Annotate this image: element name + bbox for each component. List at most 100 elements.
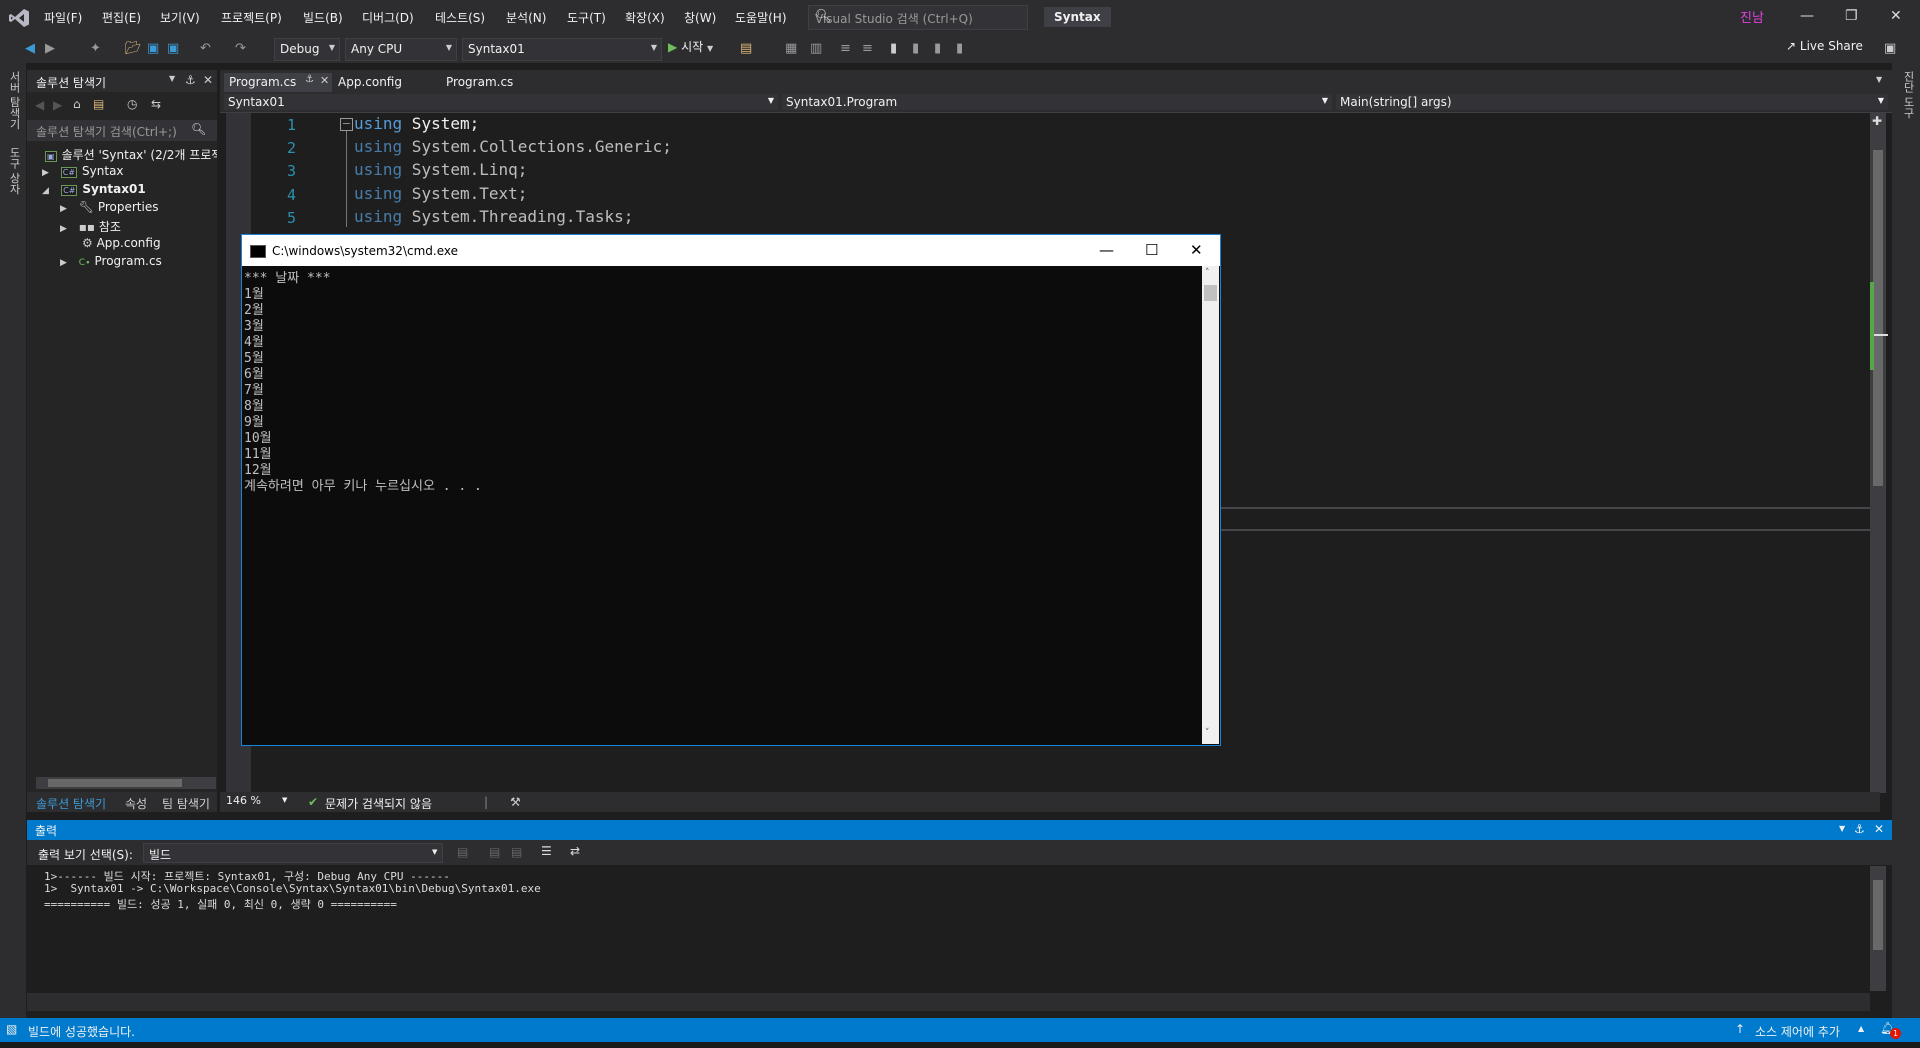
scroll-down-icon[interactable]: ˅ — [1205, 728, 1210, 738]
scroll-thumb[interactable] — [1204, 285, 1217, 301]
word-wrap-icon[interactable]: ⇄ — [570, 844, 580, 858]
find-message-icon[interactable]: ▤ — [457, 845, 468, 859]
close-icon[interactable]: ✕ — [1190, 241, 1203, 259]
tree-item-app-config[interactable]: ⚙︎ App.config — [82, 236, 161, 250]
open-folder-icon[interactable]: 📂︎ — [125, 41, 142, 56]
clear-bookmarks-icon[interactable]: ▮ — [956, 41, 963, 56]
tab-list-icon[interactable]: ▼ — [1876, 75, 1882, 84]
split-editor-icon[interactable]: ✚ — [1872, 114, 1882, 128]
close-tab-icon[interactable]: ✕ — [320, 74, 329, 87]
issues-status[interactable]: 문제가 검색되지 않음 — [325, 795, 432, 812]
platform-select[interactable]: Any CPU ▼ — [345, 38, 457, 61]
member-nav-select[interactable]: Main(string[] args) ▼ — [1336, 94, 1888, 110]
scroll-thumb[interactable] — [1873, 880, 1883, 950]
close-icon[interactable]: ✕ — [1890, 8, 1902, 24]
next-message-icon[interactable]: ▤ — [511, 845, 522, 859]
start-debug-button[interactable]: ▶ 시작 ▼ — [668, 38, 713, 55]
panel-close-icon[interactable]: ✕ — [203, 73, 213, 87]
back-icon[interactable]: ◀ — [25, 41, 35, 56]
scroll-up-icon[interactable]: ˄ — [1205, 268, 1210, 278]
solution-search-input[interactable]: 솔루션 탐색기 검색(Ctrl+;) 🔍︎ — [27, 120, 217, 141]
restore-icon[interactable]: ❐ — [1845, 8, 1858, 24]
pin-icon[interactable]: ⚓︎ — [185, 73, 196, 87]
menu-project[interactable]: 프로젝트(P) — [221, 9, 282, 26]
diagnostic-tools-tab[interactable]: 진단 도구 — [1900, 71, 1916, 119]
tab-program-cs-active[interactable]: Program.cs ⚓︎ ✕ — [224, 73, 332, 92]
tree-item-properties[interactable]: ▶ 🔧︎ Properties — [60, 200, 158, 214]
next-bookmark-icon[interactable]: ▮ — [934, 41, 941, 56]
menu-view[interactable]: 보기(V) — [160, 9, 200, 26]
solution-root-item[interactable]: ▣솔루션 'Syntax' (2/2개 프로젝트) — [45, 146, 217, 163]
tree-item-program-cs[interactable]: ▶ C∙ Program.cs — [60, 254, 162, 268]
tab-team-explorer[interactable]: 팀 탐색기 — [162, 795, 210, 812]
menu-tools[interactable]: 도구(T) — [567, 9, 606, 26]
menu-window[interactable]: 창(W) — [684, 9, 716, 26]
maximize-icon[interactable]: ☐ — [1145, 241, 1158, 259]
console-vertical-scrollbar[interactable]: ˄ ˅ — [1202, 266, 1219, 744]
toolbar-tool-icon-2[interactable]: ▥ — [810, 41, 822, 56]
startup-project-select[interactable]: Syntax01 ▼ — [462, 38, 662, 61]
collapse-region-icon[interactable]: − — [340, 118, 353, 131]
browser-link-icon[interactable]: ▤ — [740, 41, 752, 56]
tab-program-cs[interactable]: Program.cs — [446, 73, 526, 92]
expand-icon[interactable]: ▶ — [42, 168, 49, 178]
minimize-icon[interactable]: — — [1099, 241, 1114, 259]
scroll-thumb[interactable] — [48, 779, 182, 787]
tree-item-references[interactable]: ▶ ▪▪ 참조 — [60, 218, 121, 235]
user-avatar[interactable]: 진남 — [1740, 7, 1764, 26]
server-explorer-tab[interactable]: 서버 탐색기 — [6, 71, 22, 130]
new-project-icon[interactable]: ✦ — [90, 41, 101, 56]
tree-item-syntax[interactable]: ▶ C# Syntax — [42, 164, 124, 178]
menu-test[interactable]: 테스트(S) — [435, 9, 485, 26]
prev-bookmark-icon[interactable]: ▮ — [912, 41, 919, 56]
pin-icon[interactable]: ⚓︎ — [1854, 822, 1865, 836]
toolbox-tab[interactable]: 도구 상자 — [6, 147, 22, 195]
expand-icon[interactable]: ▶ — [60, 204, 67, 214]
tab-app-config[interactable]: App.config — [338, 73, 418, 92]
tab-properties[interactable]: 속성 — [125, 795, 147, 812]
undo-icon[interactable]: ↶ — [200, 41, 211, 56]
type-nav-select[interactable]: Syntax01.Program ▼ — [782, 94, 1332, 110]
tree-item-syntax01[interactable]: ◢ C# Syntax01 — [42, 182, 146, 196]
forward-icon[interactable]: ▶ — [53, 98, 62, 112]
prev-message-icon[interactable]: ▤ — [489, 845, 500, 859]
uncomment-icon[interactable]: ≡ — [862, 41, 873, 56]
add-to-source-control[interactable]: 소스 제어에 추가 — [1755, 1023, 1840, 1040]
bookmark-icon[interactable]: ▮ — [890, 41, 897, 56]
code-cleanup-icon[interactable]: ⚒ — [510, 795, 521, 809]
pin-icon[interactable]: ⚓︎ — [305, 74, 314, 85]
configuration-select[interactable]: Debug ▼ — [274, 38, 340, 61]
history-icon[interactable]: ◷ — [127, 97, 137, 111]
live-share-button[interactable]: ↗ Live Share — [1786, 39, 1863, 53]
menu-extensions[interactable]: 확장(X) — [625, 9, 665, 26]
comment-icon[interactable]: ≡ — [840, 41, 851, 56]
scroll-thumb[interactable] — [1873, 150, 1883, 486]
menu-debug[interactable]: 디버그(D) — [362, 9, 414, 26]
collapse-icon[interactable]: ◢ — [42, 186, 49, 196]
panel-menu-icon[interactable]: ▼ — [1839, 824, 1845, 833]
menu-analyze[interactable]: 분석(N) — [506, 9, 546, 26]
menu-help[interactable]: 도움말(H) — [735, 9, 787, 26]
output-source-select[interactable]: 빌드 ▼ — [143, 843, 443, 863]
menu-edit[interactable]: 편집(E) — [102, 9, 141, 26]
save-icon[interactable]: ▣ — [147, 41, 159, 56]
panel-menu-icon[interactable]: ▼ — [169, 74, 175, 83]
back-icon[interactable]: ◀ — [35, 98, 44, 112]
menu-build[interactable]: 빌드(B) — [303, 9, 343, 26]
tab-solution-explorer[interactable]: 솔루션 탐색기 — [36, 795, 106, 812]
minimize-icon[interactable]: — — [1800, 8, 1814, 24]
output-horizontal-scrollbar[interactable] — [27, 993, 1870, 1011]
folder-view-icon[interactable]: ▤ — [93, 97, 104, 111]
forward-icon[interactable]: ▶ — [45, 41, 55, 56]
expand-icon[interactable]: ▶ — [60, 258, 67, 268]
expand-icon[interactable]: ▶ — [60, 224, 67, 234]
project-nav-select[interactable]: Syntax01 ▼ — [224, 94, 778, 110]
clear-all-icon[interactable]: ☰ — [541, 844, 552, 858]
vs-search-input[interactable]: Visual Studio 검색 (Ctrl+Q) 🔍︎ — [808, 5, 1028, 30]
toolbar-tool-icon[interactable]: ▦ — [785, 41, 797, 56]
save-all-icon[interactable]: ▣ — [167, 41, 179, 56]
menu-file[interactable]: 파일(F) — [44, 9, 82, 26]
panel-close-icon[interactable]: ✕ — [1874, 822, 1884, 836]
zoom-select[interactable]: 146 % ▼ — [226, 794, 287, 810]
home-icon[interactable]: ⌂ — [73, 97, 81, 111]
